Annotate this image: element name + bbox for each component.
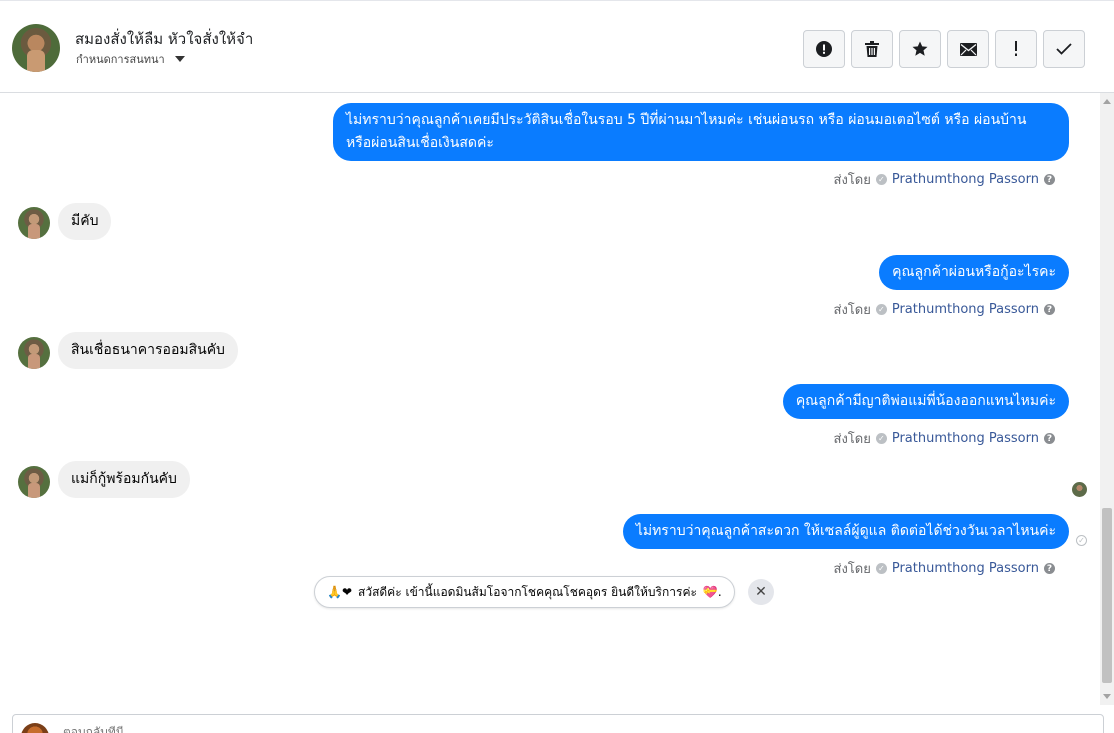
conversation-toolbar [803,30,1085,68]
check-circle-icon: ✓ [875,433,887,444]
spam-button[interactable] [803,30,845,68]
sender-name[interactable]: Prathumthong Passorn [892,302,1039,317]
page-avatar [21,723,49,733]
reply-input[interactable] [63,725,463,733]
help-icon[interactable]: ? [1044,304,1055,315]
delivered-check-icon: ✓ [1076,535,1087,546]
inbox-conversation: สมองสั่งให้ลืม หัวใจสั่งให้จำ กำหนดการสน… [0,0,1114,733]
sender-name[interactable]: Prathumthong Passorn [892,172,1039,187]
outgoing-message[interactable]: ไม่ทราบว่าคุณลูกค้าเคยมีประวัติสินเชื่อใ… [333,103,1069,161]
incoming-message[interactable]: มีคับ [58,203,112,240]
contact-name[interactable]: สมองสั่งให้ลืม หัวใจสั่งให้จำ [75,27,253,51]
help-icon[interactable]: ? [1044,433,1055,444]
trash-icon [865,41,879,57]
sender-name[interactable]: Prathumthong Passorn [892,431,1039,446]
thread-scrollbar[interactable] [1100,93,1114,705]
mark-unread-button[interactable] [947,30,989,68]
scroll-thumb[interactable] [1102,508,1112,683]
message-thread[interactable]: ไม่ทราบว่าคุณลูกค้าเคยมีประวัติสินเชื่อใ… [0,93,1100,705]
check-icon [1056,43,1072,55]
sent-by-label: ส่งโดย [833,173,871,188]
incoming-message[interactable]: สินเชื่อธนาคารออมสินคับ [58,332,238,369]
outgoing-message[interactable]: ไม่ทราบว่าคุณลูกค้าสะดวก ให้เซลล์ผู้ดูแล… [622,514,1069,549]
assign-conversation-dropdown[interactable]: กำหนดการสนทนา [76,50,185,68]
conversation-header: สมองสั่งให้ลืม หัวใจสั่งให้จำ กำหนดการสน… [0,0,1114,93]
greeting-text: สวัสดีค่ะ เข้านี้แอดมินส้มโอจากโชคคุณโชค… [358,584,697,599]
contact-avatar-small[interactable] [18,207,50,239]
delete-button[interactable] [851,30,893,68]
close-icon: ✕ [755,584,767,600]
sent-by-info: ส่งโดย ✓ Prathumthong Passorn ? [834,169,1055,190]
help-icon[interactable]: ? [1044,174,1055,185]
caret-down-icon [174,56,185,62]
outgoing-message[interactable]: คุณลูกค้าผ่อนหรือกู้อะไรคะ [879,255,1069,290]
sent-by-label: ส่งโดย [833,303,871,318]
incoming-message[interactable]: แม่ก็กู้พร้อมกันคับ [58,461,190,498]
check-circle-icon: ✓ [875,174,887,185]
star-icon [912,41,928,56]
sent-by-label: ส่งโดย [833,432,871,447]
envelope-icon [959,42,977,56]
check-circle-icon: ✓ [875,304,887,315]
follow-up-button[interactable] [995,30,1037,68]
greeting-emoji-right: 💝. [702,585,722,599]
help-icon[interactable]: ? [1044,563,1055,574]
contact-avatar[interactable] [12,24,60,72]
contact-avatar-small[interactable] [18,337,50,369]
greeting-emoji-left: 🙏❤ [327,585,352,599]
alert-circle-icon [816,41,832,57]
reply-composer[interactable] [12,714,1104,733]
assign-label: กำหนดการสนทนา [76,53,165,66]
greeting-quick-reply[interactable]: 🙏❤ สวัสดีค่ะ เข้านี้แอดมินส้มโอจากโชคคุณ… [314,576,735,608]
close-greeting-button[interactable]: ✕ [748,579,774,605]
seen-by-avatar [1072,482,1087,497]
sender-name[interactable]: Prathumthong Passorn [892,561,1039,576]
star-button[interactable] [899,30,941,68]
sent-by-info: ส่งโดย ✓ Prathumthong Passorn ? [834,428,1055,449]
sent-by-info: ส่งโดย ✓ Prathumthong Passorn ? [834,558,1055,579]
outgoing-message[interactable]: คุณลูกค้ามีญาติพ่อแม่พี่น้องออกแทนไหมค่ะ [782,384,1069,419]
sent-by-label: ส่งโดย [833,562,871,577]
exclamation-icon [1015,41,1017,56]
done-button[interactable] [1043,30,1085,68]
scroll-down-arrow-icon[interactable] [1103,694,1111,699]
scroll-up-arrow-icon[interactable] [1103,99,1111,104]
sent-by-info: ส่งโดย ✓ Prathumthong Passorn ? [834,299,1055,320]
check-circle-icon: ✓ [875,563,887,574]
contact-avatar-small[interactable] [18,466,50,498]
